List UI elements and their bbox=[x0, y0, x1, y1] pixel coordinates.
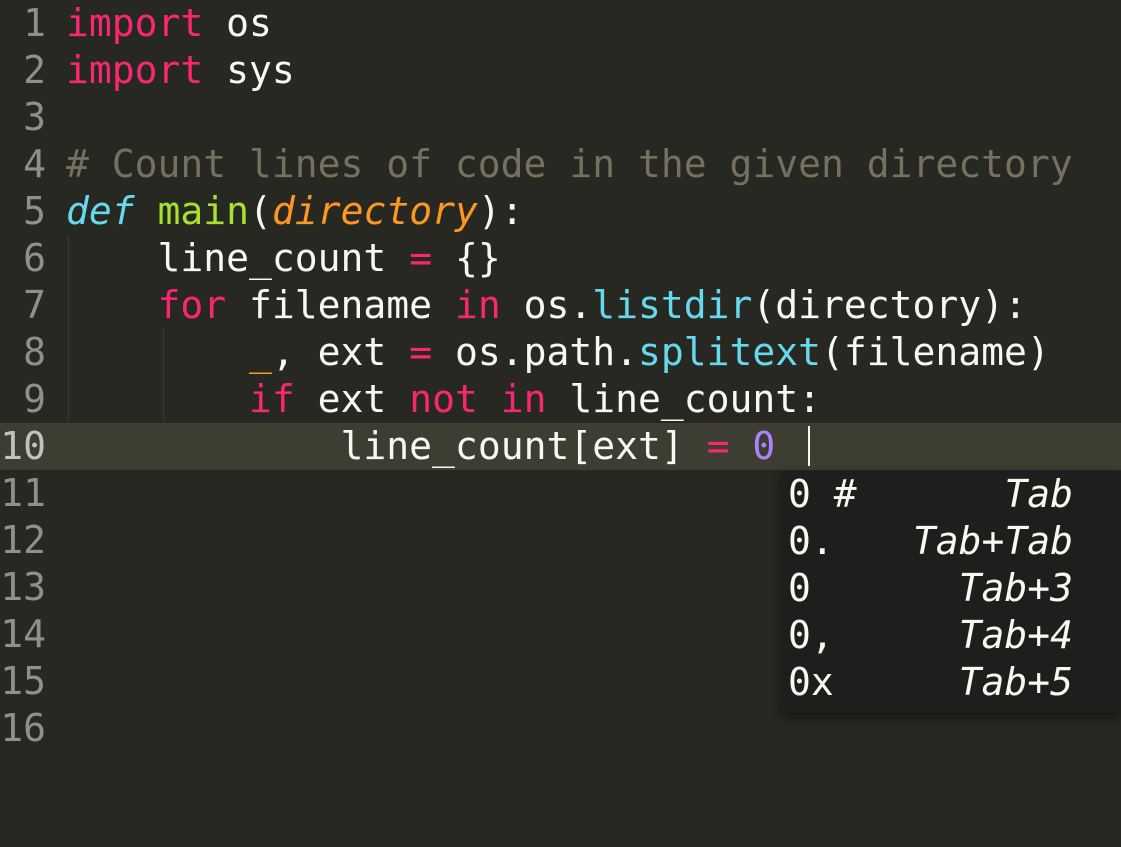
completion-label: 0. bbox=[788, 519, 834, 563]
code-token: filename bbox=[226, 283, 455, 327]
code-line[interactable]: 9 if ext not in line_count: bbox=[0, 376, 1121, 423]
text-cursor bbox=[808, 426, 810, 466]
autocomplete-item[interactable]: 0 # Tab bbox=[782, 471, 1121, 518]
code-token: os. bbox=[500, 283, 593, 327]
operator: = bbox=[706, 424, 730, 468]
code-line-current[interactable]: 10 line_count[ext] = 0 bbox=[0, 423, 1121, 470]
keyword: not bbox=[409, 377, 478, 421]
code-token: , ext bbox=[271, 330, 410, 374]
code-token: line_count[ext] bbox=[340, 424, 707, 468]
code-line[interactable]: 2 import sys bbox=[0, 47, 1121, 94]
line-number: 15 bbox=[0, 659, 46, 703]
keyword: for bbox=[157, 283, 227, 327]
line-number: 3 bbox=[23, 95, 46, 139]
completion-label: 0, bbox=[788, 613, 834, 657]
code-token: line_count: bbox=[546, 377, 822, 421]
code-text: line_count[ext] = 0 bbox=[66, 423, 776, 470]
code-token: (filename) bbox=[821, 330, 1050, 374]
shortcut-hint: Tab+5 bbox=[958, 660, 1073, 704]
autocomplete-item[interactable]: 0. Tab+Tab bbox=[782, 518, 1121, 565]
autocomplete-item[interactable]: 0 Tab+3 bbox=[782, 565, 1121, 612]
code-editor[interactable]: 1 import os 2 import sys 3 4 # Count lin… bbox=[0, 0, 1121, 750]
completion-label: 0 # bbox=[788, 472, 857, 516]
line-number: 7 bbox=[23, 283, 46, 327]
keyword: in bbox=[500, 377, 547, 421]
code-text: def main(directory): bbox=[66, 188, 524, 235]
number-literal: 0 bbox=[752, 424, 776, 468]
line-number: 2 bbox=[23, 48, 46, 92]
code-token: line_count bbox=[157, 236, 410, 280]
line-number: 9 bbox=[23, 377, 46, 421]
completion-label: 0x bbox=[788, 660, 834, 704]
builtin-function: splitext bbox=[638, 330, 822, 374]
operator: = bbox=[409, 330, 433, 374]
line-number: 14 bbox=[0, 612, 46, 656]
autocomplete-popup[interactable]: 0 # Tab 0. Tab+Tab 0 Tab+3 0, Tab+4 0x T… bbox=[782, 471, 1121, 713]
line-number: 8 bbox=[23, 330, 46, 374]
code-text: # Count lines of code in the given direc… bbox=[66, 141, 1073, 188]
shortcut-hint: Tab+Tab bbox=[912, 519, 1073, 563]
code-text: for filename in os.listdir(directory): bbox=[66, 282, 1027, 329]
keyword: in bbox=[454, 283, 501, 327]
code-line[interactable]: 3 bbox=[0, 94, 1121, 141]
code-token: sys bbox=[203, 48, 295, 92]
operator: = bbox=[409, 236, 433, 280]
function-name: main bbox=[157, 189, 250, 233]
comment: # Count lines of code in the given direc… bbox=[66, 142, 1073, 186]
storage-keyword: def bbox=[66, 189, 135, 233]
code-token: ): bbox=[477, 189, 524, 233]
code-line[interactable]: 7 for filename in os.listdir(directory): bbox=[0, 282, 1121, 329]
code-token: ( bbox=[249, 189, 272, 233]
keyword: import bbox=[66, 48, 204, 92]
code-token: ext bbox=[294, 377, 410, 421]
code-line[interactable]: 5 def main(directory): bbox=[0, 188, 1121, 235]
code-text: import os bbox=[66, 0, 272, 47]
completion-label: 0 bbox=[788, 566, 811, 610]
autocomplete-item[interactable]: 0, Tab+4 bbox=[782, 612, 1121, 659]
autocomplete-item[interactable]: 0x Tab+5 bbox=[782, 659, 1121, 706]
line-number: 11 bbox=[0, 471, 46, 515]
code-token: os.path. bbox=[432, 330, 638, 374]
code-line[interactable]: 4 # Count lines of code in the given dir… bbox=[0, 141, 1121, 188]
keyword: if bbox=[249, 377, 295, 421]
code-text: _, ext = os.path.splitext(filename) bbox=[66, 329, 1050, 376]
code-token: {} bbox=[432, 236, 501, 280]
line-number: 13 bbox=[0, 565, 46, 609]
code-text: line_count = {} bbox=[66, 235, 501, 282]
shortcut-hint: Tab+4 bbox=[958, 613, 1073, 657]
keyword: import bbox=[66, 1, 204, 45]
shortcut-hint: Tab+3 bbox=[958, 566, 1073, 610]
code-line[interactable]: 1 import os bbox=[0, 0, 1121, 47]
line-number: 16 bbox=[0, 706, 46, 750]
code-text: if ext not in line_count: bbox=[66, 376, 821, 423]
variable: _ bbox=[249, 330, 272, 374]
line-number: 6 bbox=[23, 236, 46, 280]
code-line[interactable]: 6 line_count = {} bbox=[0, 235, 1121, 282]
builtin-function: listdir bbox=[592, 283, 753, 327]
code-line[interactable]: 8 _, ext = os.path.splitext(filename) bbox=[0, 329, 1121, 376]
parameter: directory bbox=[271, 189, 478, 233]
line-number: 4 bbox=[23, 142, 46, 186]
code-text: import sys bbox=[66, 47, 295, 94]
line-number: 10 bbox=[0, 424, 46, 468]
line-number: 12 bbox=[0, 518, 46, 562]
code-token: os bbox=[203, 1, 272, 45]
code-token: (directory): bbox=[752, 283, 1027, 327]
line-number: 5 bbox=[23, 189, 46, 233]
line-number: 1 bbox=[23, 1, 46, 45]
shortcut-hint: Tab bbox=[1004, 472, 1073, 516]
